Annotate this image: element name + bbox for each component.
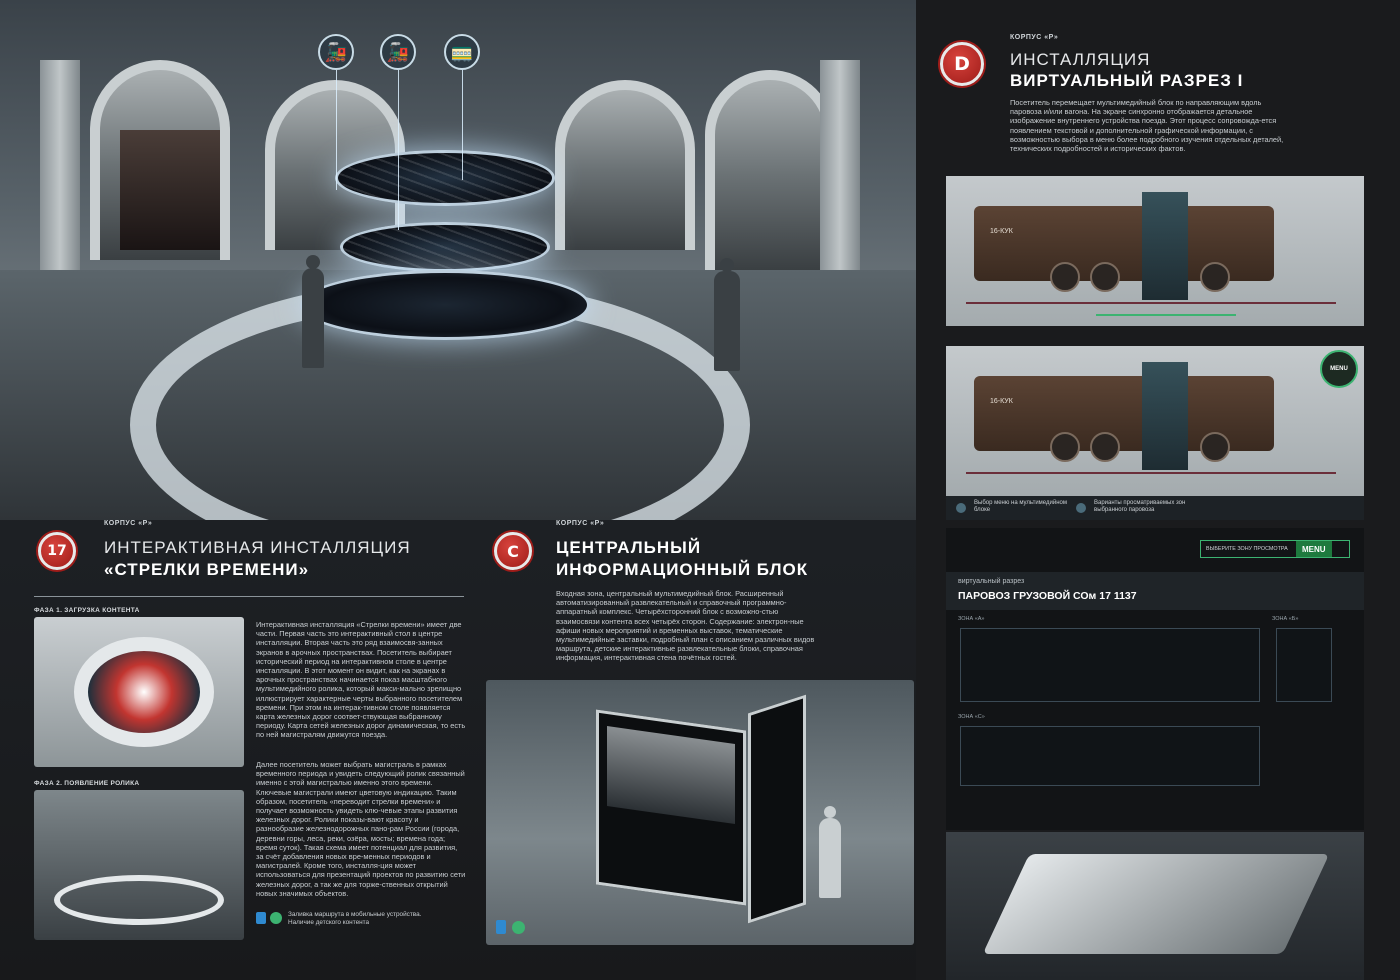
section-d-badge: D: [940, 42, 984, 86]
zone-c-label: ЗОНА «С»: [958, 714, 985, 720]
caption-bullet-icon: [1076, 503, 1086, 513]
hologram-disc-top: [335, 150, 555, 206]
railcar-icon: 🚃: [444, 34, 480, 70]
section-17-paragraph-2: Далее посетитель может выбрать магистрал…: [256, 760, 466, 898]
locomotive-model: [974, 206, 1274, 281]
hologram-disc-middle: [340, 222, 550, 272]
wheel: [1090, 432, 1120, 462]
mobile-device-icon: [496, 920, 506, 934]
wheel: [1200, 262, 1230, 292]
screen-title-bar: виртуальный разрез ПАРОВОЗ ГРУЗОВОЙ СОм …: [946, 572, 1364, 610]
captions-strip: Выбор меню на мультимедийном блоке Вариа…: [946, 496, 1364, 520]
legend-text: Заливка маршрута в мобильные устройства.…: [288, 911, 468, 926]
floor-ring-render: [54, 875, 224, 925]
locomotive-photo: [120, 130, 220, 250]
exploded-loco-model: [982, 854, 1330, 954]
rail-line: [966, 472, 1336, 474]
arch-window: [555, 80, 695, 250]
section-17-title-line2: «СТРЕЛКИ ВРЕМЕНИ»: [104, 560, 310, 579]
visitor-figure: [302, 268, 324, 368]
connector-line: [462, 70, 463, 180]
locomotive-icon: 🚂: [318, 34, 354, 70]
blueprint-top-view: [960, 726, 1260, 786]
child-content-icon: [512, 921, 525, 934]
blueprint-side-view: [960, 628, 1260, 702]
select-zone-label: ВЫБЕРИТЕ ЗОНУ ПРОСМОТРА: [1206, 546, 1288, 552]
visitor-figure: [819, 818, 841, 898]
section-d-title-line2: ВИРТУАЛЬНЫЙ РАЗРЕЗ I: [1010, 71, 1244, 90]
wheel: [1050, 432, 1080, 462]
multimedia-block: [1142, 362, 1188, 470]
info-block-render: [486, 680, 914, 945]
section-c-body: Входная зона, центральный мультимедийный…: [556, 589, 815, 663]
pillar: [820, 60, 860, 280]
interactive-table: [300, 270, 590, 340]
exploded-loco-render: [946, 832, 1364, 980]
arch-window: [90, 60, 230, 260]
legend-line-1: Заливка маршрута в мобильные устройства.: [288, 911, 422, 918]
wheel: [1090, 262, 1120, 292]
phase-1-image: [34, 617, 244, 767]
poster-page: 🚂 🚂 🚃 17 КОРПУС «Р» ИНТЕРАКТИВНАЯ ИНСТАЛ…: [0, 0, 1400, 980]
section-c-badge: C: [494, 532, 532, 570]
locomotive-model: [974, 376, 1274, 451]
info-cube-front: [596, 709, 746, 906]
zone-b-label: ЗОНА «Б»: [1272, 616, 1299, 622]
multimedia-block: [1142, 192, 1188, 300]
section-divider: [34, 596, 464, 597]
caption-bullet-icon: [956, 503, 966, 513]
visitor-head: [824, 806, 836, 818]
phase-2-label: ФАЗА 2. ПОЯВЛЕНИЕ РОЛИКА: [34, 780, 140, 787]
section-17-paragraph-1: Интерактивная инсталляция «Стрелки време…: [256, 620, 466, 740]
loco-cutaway-panel-2: 16-КУК MENU: [946, 346, 1364, 496]
phase-1-label: ФАЗА 1. ЗАГРУЗКА КОНТЕНТА: [34, 607, 140, 614]
section-17-title-line1: ИНТЕРАКТИВНАЯ ИНСТАЛЛЯЦИЯ: [104, 538, 411, 557]
legend-line-2: Наличие детского контента: [288, 918, 370, 926]
loco-number: 16-КУК: [990, 228, 1013, 235]
section-c-title-line1: ЦЕНТРАЛЬНЫЙ: [556, 538, 702, 557]
blueprint-front-view: [1276, 628, 1332, 702]
interactive-table-render: [74, 637, 214, 747]
visitor-figure: [714, 271, 740, 371]
rail-line: [966, 302, 1336, 304]
wheel: [1050, 262, 1080, 292]
child-content-icon: [270, 912, 282, 924]
hero-render-roundhouse: 🚂 🚂 🚃: [0, 0, 916, 520]
caption-menu-select: Выбор меню на мультимедийном блоке: [974, 500, 1067, 513]
visitor-head: [306, 255, 320, 269]
zone-select-bar[interactable]: ВЫБЕРИТЕ ЗОНУ ПРОСМОТРА MENU: [1200, 540, 1350, 558]
pillar: [40, 60, 80, 280]
info-cube-side: [748, 694, 806, 924]
virtual-cut-screen: ВЫБЕРИТЕ ЗОНУ ПРОСМОТРА MENU виртуальный…: [946, 528, 1364, 830]
section-d-kicker: КОРПУС «Р»: [1010, 34, 1059, 41]
connector-line: [336, 70, 337, 190]
section-d-title-line1: ИНСТАЛЛЯЦИЯ: [1010, 50, 1151, 69]
menu-button[interactable]: MENU: [1320, 350, 1358, 388]
visitor-head: [720, 258, 734, 272]
section-17-kicker: КОРПУС «Р»: [104, 520, 153, 527]
slide-direction-arrow: [1096, 314, 1236, 316]
loco-number: 16-КУК: [990, 398, 1013, 405]
screen-menu-button[interactable]: MENU: [1296, 541, 1332, 557]
screen-photo: [607, 726, 735, 824]
caption-zones: Варианты просматриваемых зон выбранного …: [1094, 500, 1186, 513]
screen-title: ПАРОВОЗ ГРУЗОВОЙ СОм 17 1137: [958, 590, 1137, 602]
mobile-device-icon: [256, 912, 266, 924]
zone-a-label: ЗОНА «А»: [958, 616, 985, 622]
section-c-title-line2: ИНФОРМАЦИОННЫЙ БЛОК: [556, 560, 809, 579]
section-d-body: Посетитель перемещает мультимедийный бло…: [1010, 98, 1284, 154]
steam-engine-icon: 🚂: [380, 34, 416, 70]
arch-window: [705, 70, 835, 270]
connector-line: [398, 70, 399, 230]
section-17-badge: 17: [38, 532, 76, 570]
loco-cutaway-panel-1: 16-КУК: [946, 176, 1364, 326]
section-c-kicker: КОРПУС «Р»: [556, 520, 605, 527]
phase-2-image: [34, 790, 244, 940]
wheel: [1200, 432, 1230, 462]
screen-subtitle: виртуальный разрез: [958, 578, 1025, 585]
